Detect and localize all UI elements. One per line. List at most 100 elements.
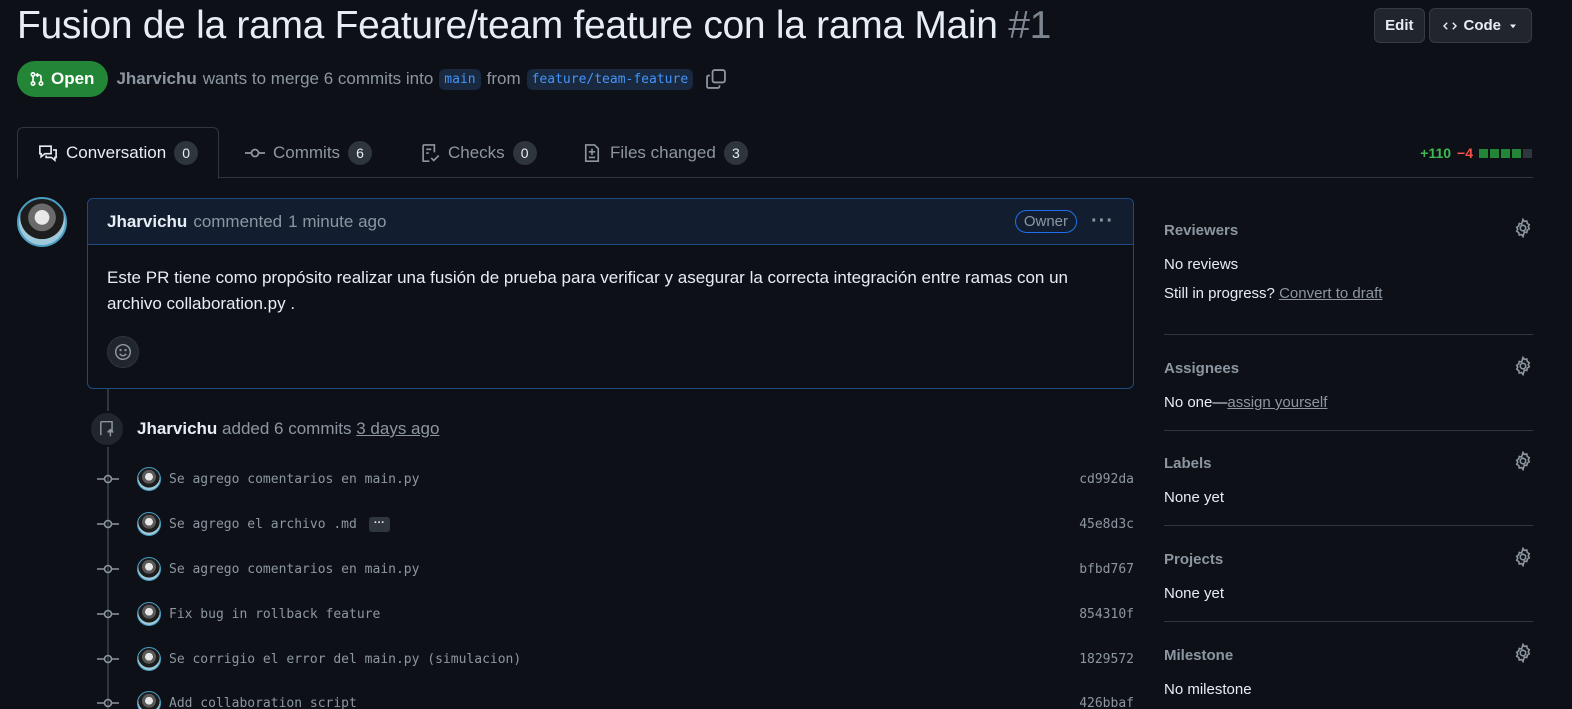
tab-conversation-label: Conversation xyxy=(66,143,167,162)
assignees-value: No one— xyxy=(1164,394,1228,411)
code-button-label: Code xyxy=(1463,17,1502,34)
comment-body: Este PR tiene como propósito realizar un… xyxy=(107,268,1069,313)
timeline-author[interactable]: Jharvichu xyxy=(137,419,217,438)
commit-message[interactable]: Se agrego comentarios en main.py xyxy=(169,472,419,487)
tab-checks-label: Checks xyxy=(448,142,505,162)
pr-state-row: Open Jharvichu wants to merge 6 commits … xyxy=(17,61,727,97)
add-reaction-button[interactable] xyxy=(107,336,139,368)
avatar[interactable] xyxy=(137,691,161,709)
commit-message[interactable]: Fix bug in rollback feature xyxy=(169,607,380,622)
tab-conversation[interactable]: Conversation 0 xyxy=(17,127,220,179)
repo-push-icon xyxy=(89,411,125,447)
head-branch[interactable]: feature/team-feature xyxy=(526,68,694,90)
smiley-icon xyxy=(114,343,132,361)
tab-files-changed[interactable]: Files changed 3 xyxy=(562,127,768,178)
author-link[interactable]: Jharvichu xyxy=(116,69,196,89)
commit-sha[interactable]: cd992da xyxy=(1079,472,1134,487)
edit-button[interactable]: Edit xyxy=(1374,8,1425,43)
assign-yourself-link[interactable]: assign yourself xyxy=(1227,394,1327,411)
git-commit-icon xyxy=(96,562,120,576)
merge-text: wants to merge 6 commits into xyxy=(202,69,434,88)
commit-row: Fix bug in rollback feature 854310f xyxy=(96,599,1134,629)
tab-conversation-count: 0 xyxy=(174,141,199,165)
sidebar-reviewers: Reviewers No reviews Still in progress? … xyxy=(1164,217,1533,302)
commit-row: Add collaboration script 426bbaf xyxy=(96,688,1134,709)
commit-sha[interactable]: 1829572 xyxy=(1079,652,1134,667)
diffstat-block xyxy=(1523,148,1532,158)
avatar[interactable] xyxy=(137,512,161,536)
header-actions: Edit Code xyxy=(1374,8,1532,43)
copy-icon[interactable] xyxy=(705,68,727,90)
commit-sha[interactable]: bfbd767 xyxy=(1079,562,1134,577)
tab-commits-count: 6 xyxy=(348,140,373,165)
git-commit-icon xyxy=(96,472,120,486)
checklist-icon xyxy=(422,143,440,162)
commit-expand-button[interactable]: ··· xyxy=(368,516,390,532)
commit-sha[interactable]: 426bbaf xyxy=(1079,696,1134,709)
diffstat-blocks xyxy=(1479,148,1532,158)
commit-row: Se agrego comentarios en main.py cd992da xyxy=(96,464,1134,494)
diffstat-block xyxy=(1490,148,1499,158)
comment-header: Jharvichu commented 1 minute ago Owner ·… xyxy=(88,199,1133,245)
tab-checks[interactable]: Checks 0 xyxy=(400,127,557,178)
draft-prompt: Still in progress? xyxy=(1164,285,1275,302)
sidebar-milestone-title: Milestone xyxy=(1164,646,1234,664)
pr-number: #1 xyxy=(1008,4,1051,47)
commit-row: Se agrego comentarios en main.py bfbd767 xyxy=(96,554,1134,584)
avatar[interactable] xyxy=(137,467,161,491)
sidebar-projects: Projects None yet xyxy=(1164,546,1533,602)
merge-summary: Jharvichu wants to merge 6 commits into … xyxy=(116,68,727,90)
tab-files-changed-count: 3 xyxy=(723,140,748,165)
code-button[interactable]: Code xyxy=(1428,8,1532,43)
timeline-time[interactable]: 3 days ago xyxy=(356,419,439,438)
commit-row: Se corrigio el error del main.py (simula… xyxy=(96,644,1134,674)
diffstat-block xyxy=(1512,148,1521,158)
comment-time[interactable]: 1 minute ago xyxy=(288,212,386,232)
gear-icon[interactable] xyxy=(1513,355,1533,380)
tab-checks-count: 0 xyxy=(512,140,537,165)
git-commit-icon xyxy=(96,517,120,531)
commit-icon xyxy=(245,148,265,157)
diffstat-additions: +110 xyxy=(1420,145,1452,161)
base-branch[interactable]: main xyxy=(439,68,481,90)
sidebar-reviewers-title: Reviewers xyxy=(1164,221,1239,239)
sidebar-assignees: Assignees No one—assign yourself xyxy=(1164,355,1533,411)
code-icon xyxy=(1442,21,1457,30)
commit-message[interactable]: Add collaboration script xyxy=(169,696,357,709)
sidebar-milestone: Milestone No milestone xyxy=(1164,642,1533,698)
sidebar-divider xyxy=(1164,334,1533,335)
git-commit-icon xyxy=(96,652,120,666)
commit-sha[interactable]: 854310f xyxy=(1079,607,1134,622)
commit-message[interactable]: Se agrego el archivo .md xyxy=(169,517,357,532)
gear-icon[interactable] xyxy=(1513,642,1533,667)
avatar[interactable] xyxy=(137,602,161,626)
sidebar-assignees-title: Assignees xyxy=(1164,359,1240,377)
diffstat[interactable]: +110 −4 xyxy=(1420,145,1532,161)
avatar[interactable] xyxy=(17,197,67,247)
gear-icon[interactable] xyxy=(1513,450,1533,475)
diffstat-block xyxy=(1479,148,1488,158)
diffstat-deletions: −4 xyxy=(1457,145,1473,161)
commit-sha[interactable]: 45e8d3c xyxy=(1079,517,1134,532)
gear-icon[interactable] xyxy=(1513,217,1533,242)
comment-author[interactable]: Jharvichu xyxy=(107,212,187,232)
comment-box: Jharvichu commented 1 minute ago Owner ·… xyxy=(87,198,1134,389)
sidebar-divider xyxy=(1164,621,1533,622)
gear-icon[interactable] xyxy=(1513,546,1533,571)
avatar[interactable] xyxy=(137,647,161,671)
kebab-horizontal-icon[interactable]: ··· xyxy=(1091,210,1114,233)
status-label: Open xyxy=(51,69,95,88)
tab-bar: Conversation 0 Commits 6 Checks 0 Files … xyxy=(17,127,1533,179)
tab-commits-label: Commits xyxy=(273,142,341,162)
commit-message[interactable]: Se agrego comentarios en main.py xyxy=(169,562,419,577)
comment-discussion-icon xyxy=(39,145,57,163)
owner-badge: Owner xyxy=(1014,210,1078,233)
sidebar-divider xyxy=(1164,525,1533,526)
sidebar-labels-title: Labels xyxy=(1164,454,1212,472)
tab-commits[interactable]: Commits 6 xyxy=(225,127,392,178)
commit-message[interactable]: Se corrigio el error del main.py (simula… xyxy=(169,652,521,667)
from-text: from xyxy=(486,69,521,88)
convert-to-draft-link[interactable]: Convert to draft xyxy=(1279,285,1382,302)
sidebar-projects-title: Projects xyxy=(1164,550,1224,568)
avatar[interactable] xyxy=(137,557,161,581)
